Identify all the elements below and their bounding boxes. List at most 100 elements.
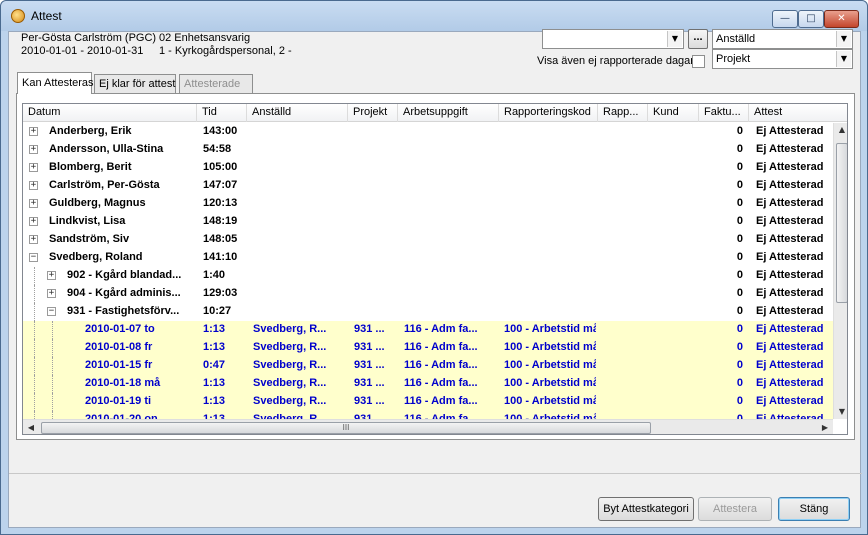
expand-icon[interactable]: + xyxy=(29,145,38,154)
expand-icon[interactable]: + xyxy=(29,181,38,190)
title-bar[interactable]: Attest — □ ✕ xyxy=(1,1,867,31)
employee-row[interactable]: + Carlström, Per-Gösta 147:07 0 Ej Attestera… xyxy=(23,177,833,195)
cell-attest: Ej Attesterad xyxy=(756,161,824,173)
cell-attest: Ej Attesterad xyxy=(756,323,824,335)
tree-line xyxy=(34,357,35,375)
cell-faktura: 0 xyxy=(736,125,743,137)
cell-datum: Sandström, Siv xyxy=(49,233,130,245)
tab-panel: Datum Tid Anställd Projekt Arbetsuppgift… xyxy=(16,93,855,440)
footer-separator xyxy=(9,473,862,474)
scroll-left-icon[interactable]: ◀ xyxy=(23,423,39,432)
expand-icon[interactable]: + xyxy=(29,235,38,244)
column-header-projekt[interactable]: Projekt xyxy=(348,104,398,122)
role-label: 02 Enhetsansvarig xyxy=(159,32,251,44)
tab-kan-attesteras[interactable]: Kan Attesteras xyxy=(17,72,94,94)
cell-arbetsuppgift: 116 - Adm fa... xyxy=(404,359,478,371)
type-dropdown-value: Anställd xyxy=(716,33,756,45)
scroll-up-icon[interactable]: ▲ xyxy=(834,125,847,134)
cell-faktura: 0 xyxy=(736,269,743,281)
cell-datum: Carlström, Per-Gösta xyxy=(49,179,160,191)
horizontal-scrollbar[interactable]: ◀ III ▶ xyxy=(23,419,833,434)
vertical-scroll-thumb[interactable] xyxy=(836,143,847,303)
project-row[interactable]: +902 - Kgård blandad... 1:40 0 Ej Attestera… xyxy=(23,267,833,285)
detail-row[interactable]: 2010-01-15 fr 0:47 Svedberg, R... 931 ... 11… xyxy=(23,357,833,375)
expand-icon[interactable]: + xyxy=(29,199,38,208)
column-header-datum[interactable]: Datum xyxy=(23,104,197,122)
attest-window: Attest — □ ✕ Per-Gösta Carlström (PGC) 0… xyxy=(0,0,868,535)
approve-button[interactable]: Attestera xyxy=(698,497,772,521)
vertical-scrollbar[interactable]: ▲ ▼ xyxy=(833,123,847,419)
cell-faktura: 0 xyxy=(736,143,743,155)
cell-anstalld: Svedberg, R... xyxy=(253,359,327,371)
expand-icon[interactable]: + xyxy=(29,127,38,136)
column-header-tid[interactable]: Tid xyxy=(197,104,247,122)
cell-attest: Ej Attesterad xyxy=(756,359,824,371)
employee-row[interactable]: + Andersson, Ulla-Stina 54:58 0 Ej Attestera… xyxy=(23,141,833,159)
tree-line xyxy=(34,393,35,411)
detail-row[interactable]: 2010-01-07 to 1:13 Svedberg, R... 931 ... 11… xyxy=(23,321,833,339)
cell-anstalld: Svedberg, R... xyxy=(253,395,327,407)
scroll-right-icon[interactable]: ▶ xyxy=(817,423,833,432)
collapse-icon[interactable]: − xyxy=(47,307,56,316)
cell-faktura: 0 xyxy=(736,323,743,335)
column-header-rapporteringskod[interactable]: Rapporteringskod xyxy=(499,104,598,122)
project-row[interactable]: − 931 - Fastighetsförv... 10:27 0 Ej Atteste… xyxy=(23,303,833,321)
tree-line xyxy=(34,411,35,419)
close-window-button[interactable]: ✕ xyxy=(824,10,859,28)
detail-row[interactable]: 2010-01-18 må 1:13 Svedberg, R... 931 ... 11… xyxy=(23,375,833,393)
cell-tid: 129:03 xyxy=(203,287,238,299)
cell-datum: 902 - Kgård blandad... xyxy=(67,269,182,281)
cell-rapporteringskod: 100 - Arbetstid månad... xyxy=(504,341,596,353)
expand-icon[interactable]: + xyxy=(29,217,38,226)
app-icon xyxy=(11,9,25,23)
scroll-down-icon[interactable]: ▼ xyxy=(834,407,847,416)
collapse-icon[interactable]: − xyxy=(29,253,38,262)
cell-anstalld: Svedberg, R... xyxy=(253,377,327,389)
detail-row[interactable]: 2010-01-19 ti 1:13 Svedberg, R... 931 ... 11… xyxy=(23,393,833,411)
cell-datum: 2010-01-15 fr xyxy=(85,359,153,371)
employee-row[interactable]: + Sandström, Siv 148:05 0 Ej Attesterad xyxy=(23,231,833,249)
show-unreported-checkbox[interactable] xyxy=(692,55,705,68)
expand-icon[interactable]: + xyxy=(47,271,56,280)
tree-line xyxy=(52,411,53,419)
close-button[interactable]: Stäng xyxy=(778,497,850,521)
employee-row[interactable]: + Guldberg, Magnus 120:13 0 Ej Attesterad xyxy=(23,195,833,213)
tree-line xyxy=(34,267,35,285)
grid-rows: + Anderberg, Erik 143:00 0 Ej Attesterad + And… xyxy=(23,123,833,419)
horizontal-scroll-thumb[interactable]: III xyxy=(41,422,651,434)
column-header-attest[interactable]: Attest xyxy=(749,104,847,122)
cell-tid: 1:40 xyxy=(203,269,226,281)
column-header-arbetsuppgift[interactable]: Arbetsuppgift xyxy=(398,104,499,122)
project-row[interactable]: +904 - Kgård adminis... 129:03 0 Ej Atteste… xyxy=(23,285,833,303)
browse-button[interactable]: ... xyxy=(688,29,708,49)
tab-attesterade[interactable]: Attesterade xyxy=(179,74,253,94)
maximize-button[interactable]: □ xyxy=(798,10,824,28)
employee-row[interactable]: − Svedberg, Roland 141:10 0 Ej Attesterad xyxy=(23,249,833,267)
minimize-button[interactable]: — xyxy=(772,10,798,28)
employee-row[interactable]: + Blomberg, Berit 105:00 0 Ej Attesterad xyxy=(23,159,833,177)
employee-row[interactable]: + Anderberg, Erik 143:00 0 Ej Attesterad xyxy=(23,123,833,141)
group-dropdown[interactable]: Projekt ▼ xyxy=(712,49,853,69)
cell-attest: Ej Attesterad xyxy=(756,125,824,137)
cell-tid: 1:13 xyxy=(203,377,226,389)
detail-row[interactable]: 2010-01-20 on 1:13 Svedberg, R... 931 ... 11… xyxy=(23,411,833,419)
cell-datum: Andersson, Ulla-Stina xyxy=(49,143,164,155)
change-category-button[interactable]: Byt Attestkategori xyxy=(598,497,694,521)
expand-icon[interactable]: + xyxy=(29,163,38,172)
column-header-anstalld[interactable]: Anställd xyxy=(247,104,348,122)
tab-ej-klar-for-attest[interactable]: Ej klar för attest xyxy=(94,74,176,94)
tree-line xyxy=(52,357,53,375)
detail-row[interactable]: 2010-01-08 fr 1:13 Svedberg, R... 931 ... 11… xyxy=(23,339,833,357)
type-dropdown[interactable]: Anställd ▼ xyxy=(712,29,853,49)
cell-tid: 147:07 xyxy=(203,179,238,191)
cell-tid: 1:13 xyxy=(203,323,226,335)
column-header-rapp[interactable]: Rapp... xyxy=(598,104,648,122)
tree-line xyxy=(52,375,53,393)
employee-row[interactable]: + Lindkvist, Lisa 148:19 0 Ej Attesterad xyxy=(23,213,833,231)
expand-icon[interactable]: + xyxy=(47,289,56,298)
cell-faktura: 0 xyxy=(736,233,743,245)
column-header-kund[interactable]: Kund xyxy=(648,104,699,122)
unit-label: 1 - Kyrkogårdspersonal, 2 - xyxy=(159,45,292,57)
column-header-faktura[interactable]: Faktu... xyxy=(699,104,749,122)
selection-dropdown[interactable]: ▼ xyxy=(542,29,684,49)
